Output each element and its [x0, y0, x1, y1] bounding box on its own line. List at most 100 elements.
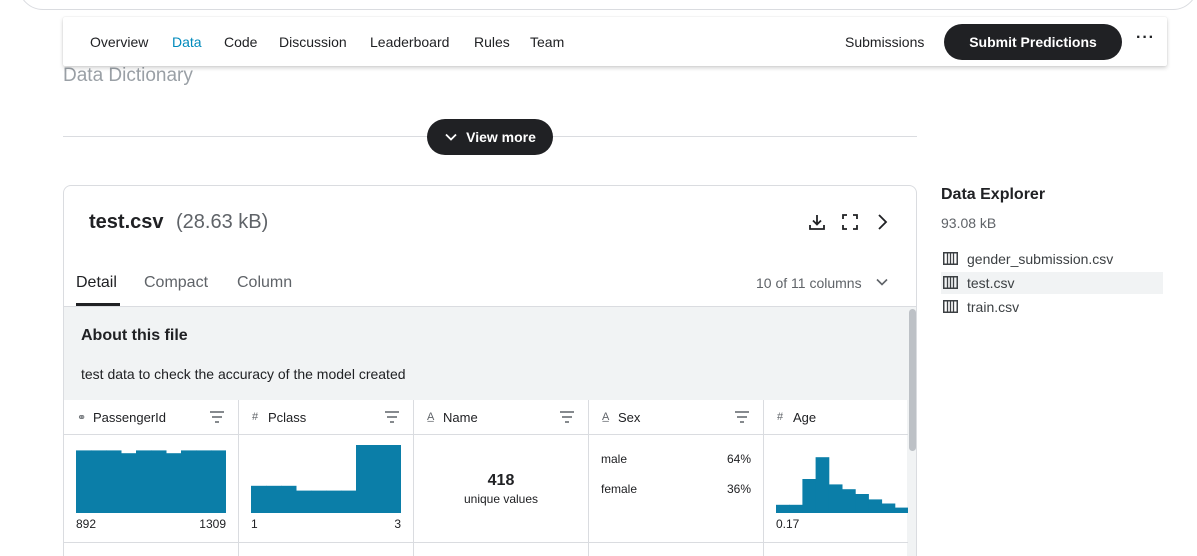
histogram-bar	[356, 445, 372, 513]
file-label: test.csv	[967, 275, 1015, 291]
tab-leaderboard[interactable]: Leaderboard	[370, 34, 449, 50]
about-title: About this file	[81, 327, 188, 344]
category-label: female	[601, 482, 638, 496]
max-label: 1309	[199, 517, 226, 531]
histogram	[251, 445, 401, 513]
category-row: male 64%	[601, 452, 751, 466]
column-name: PassengerId	[93, 410, 166, 425]
histogram-bar	[181, 450, 197, 513]
histogram-bar	[341, 490, 357, 513]
column-header[interactable]: ⚭ PassengerId	[64, 400, 238, 435]
histogram-bar	[266, 485, 282, 513]
histogram-bar	[789, 504, 803, 513]
subtab-detail[interactable]: Detail	[76, 274, 117, 292]
column-header[interactable]: # Age	[764, 400, 908, 435]
histogram-bar	[855, 494, 869, 513]
view-more-button[interactable]: View more	[427, 119, 553, 155]
tab-team[interactable]: Team	[530, 34, 564, 50]
column-passengerid: ⚭ PassengerId 892 1309	[64, 400, 239, 556]
subtab-column[interactable]: Column	[237, 274, 292, 292]
tab-rules[interactable]: Rules	[474, 34, 510, 50]
explorer-file-test[interactable]: test.csv	[941, 272, 1163, 294]
file-label: train.csv	[967, 299, 1020, 315]
tab-discussion[interactable]: Discussion	[279, 34, 347, 50]
column-header[interactable]: A̲ Name	[414, 400, 588, 435]
file-label: gender_submission.csv	[967, 251, 1114, 267]
unique-label: unique values	[463, 492, 539, 506]
tab-code[interactable]: Code	[224, 34, 257, 50]
histogram-bar	[151, 450, 167, 513]
histogram-bar	[802, 479, 817, 513]
tab-data[interactable]: Data	[172, 34, 202, 50]
histogram-bar	[136, 450, 152, 513]
about-file-section: About this file test data to check the a…	[64, 307, 908, 400]
histogram-bar	[868, 499, 883, 513]
histogram-bar	[211, 450, 226, 513]
column-name-field: A̲ Name 418 unique values	[414, 400, 589, 556]
columns-selector[interactable]: 10 of 11 columns	[756, 275, 862, 291]
column-age: # Age 0.17	[764, 400, 908, 556]
histogram-bar	[371, 445, 387, 513]
max-label: 3	[394, 517, 401, 531]
category-pct: 64%	[726, 452, 751, 466]
histogram-bar	[894, 507, 908, 513]
submit-predictions-button[interactable]: Submit Predictions	[944, 24, 1122, 60]
sort-icon[interactable]	[735, 411, 749, 423]
min-label: 0.17	[776, 517, 800, 531]
histogram	[76, 450, 226, 513]
data-explorer-title: Data Explorer	[941, 186, 1046, 203]
histogram-bar	[776, 504, 790, 513]
category-pct: 36%	[726, 482, 751, 496]
text-icon: A̲	[427, 411, 435, 423]
column-sex: A̲ Sex male 64% female 36%	[589, 400, 764, 556]
download-icon[interactable]	[807, 212, 827, 232]
scrollbar-thumb[interactable]	[909, 309, 916, 451]
hash-icon: #	[252, 411, 259, 423]
tab-overview[interactable]: Overview	[90, 34, 148, 50]
histogram-bar	[76, 450, 92, 513]
search-bar-remnant	[18, 0, 1197, 10]
column-header[interactable]: # Pclass	[239, 400, 413, 435]
histogram-bar	[842, 489, 856, 513]
fullscreen-icon[interactable]	[840, 212, 860, 232]
category-row: female 36%	[601, 482, 751, 496]
chevron-down-icon	[445, 133, 457, 141]
column-pclass: # Pclass 1 3	[239, 400, 414, 556]
table-icon	[943, 300, 958, 313]
histogram-bar	[828, 484, 843, 513]
about-description: test data to check the accuracy of the m…	[81, 366, 406, 382]
section-heading: Data Dictionary	[63, 65, 193, 86]
more-horizontal-icon[interactable]: ···	[1136, 29, 1155, 47]
unique-count: 418	[487, 472, 515, 489]
row-divider	[64, 542, 908, 543]
histogram-bar	[296, 490, 312, 513]
histogram-bar	[121, 453, 137, 513]
text-icon: A̲	[602, 411, 610, 423]
file-name: test.csv	[89, 211, 164, 233]
competition-navbar: Overview Data Code Discussion Leaderboar…	[63, 17, 1167, 66]
file-size: (28.63 kB)	[176, 211, 269, 233]
histogram-bar	[815, 457, 830, 513]
sort-icon[interactable]	[210, 411, 224, 423]
column-name: Pclass	[268, 410, 307, 425]
data-explorer-size: 93.08 kB	[941, 215, 997, 231]
sort-icon[interactable]	[560, 411, 574, 423]
histogram-bar	[196, 450, 212, 513]
explorer-file-train[interactable]: train.csv	[941, 296, 1163, 318]
column-header[interactable]: A̲ Sex	[589, 400, 763, 435]
sort-icon[interactable]	[385, 411, 399, 423]
histogram	[776, 457, 908, 513]
histogram-bar	[881, 503, 896, 513]
submissions-link[interactable]: Submissions	[845, 34, 924, 50]
chevron-right-icon[interactable]	[872, 212, 892, 232]
histogram-bar	[166, 453, 182, 513]
explorer-file-gender-submission[interactable]: gender_submission.csv	[941, 248, 1163, 270]
file-preview-card: test.csv (28.63 kB) Detail Compact Colum…	[63, 185, 917, 556]
id-icon: ⚭	[77, 412, 87, 424]
min-label: 892	[76, 517, 97, 531]
column-name: Age	[793, 410, 817, 425]
chevron-down-icon[interactable]	[875, 275, 889, 289]
histogram-bar	[311, 490, 327, 513]
subtab-compact[interactable]: Compact	[144, 274, 208, 292]
table-icon	[943, 252, 958, 265]
